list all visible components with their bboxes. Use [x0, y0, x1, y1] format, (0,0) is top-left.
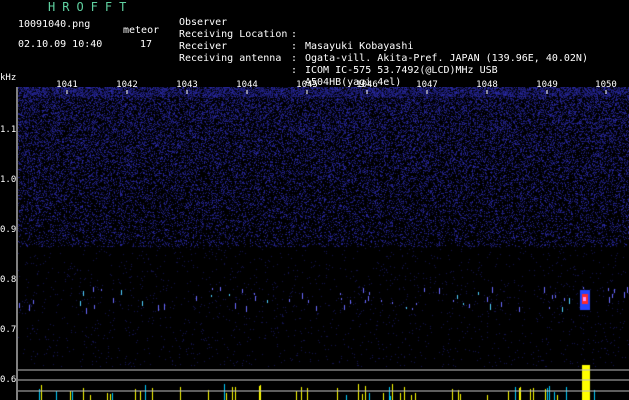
meteor-count: 17 [140, 39, 153, 50]
info-colon: : [291, 65, 298, 76]
info-location-value: Ogata-vill. Akita-Pref. JAPAN (139.96E, … [305, 53, 588, 64]
freq-label: 1.0 [0, 175, 17, 185]
freq-label: 0.8 [0, 275, 17, 285]
freq-label: 0.9 [0, 225, 17, 235]
freq-label: 1.1 [0, 125, 17, 135]
spectrogram-waterfall [18, 87, 629, 400]
freq-label: 0.6 [0, 375, 17, 385]
date-time: 02.10.09 10:40 [18, 39, 103, 50]
file-name: 10091040.png [18, 19, 91, 30]
freq-unit-label: kHz [0, 73, 17, 83]
info-location-key: Receiving Location [179, 29, 288, 40]
info-observer-value: Masayuki Kobayashi [305, 41, 414, 52]
info-receiver-value: ICOM IC-575 53.7492(@LCD)MHz USB [305, 65, 498, 76]
freq-label: 0.7 [0, 325, 17, 335]
info-colon: : [291, 53, 298, 64]
header-brand: HROFFT [48, 0, 134, 14]
meteor-label: meteor [123, 25, 160, 36]
info-antenna-key: Receiving antenna [179, 53, 282, 64]
info-colon: : [291, 29, 298, 40]
info-colon: : [291, 41, 298, 52]
